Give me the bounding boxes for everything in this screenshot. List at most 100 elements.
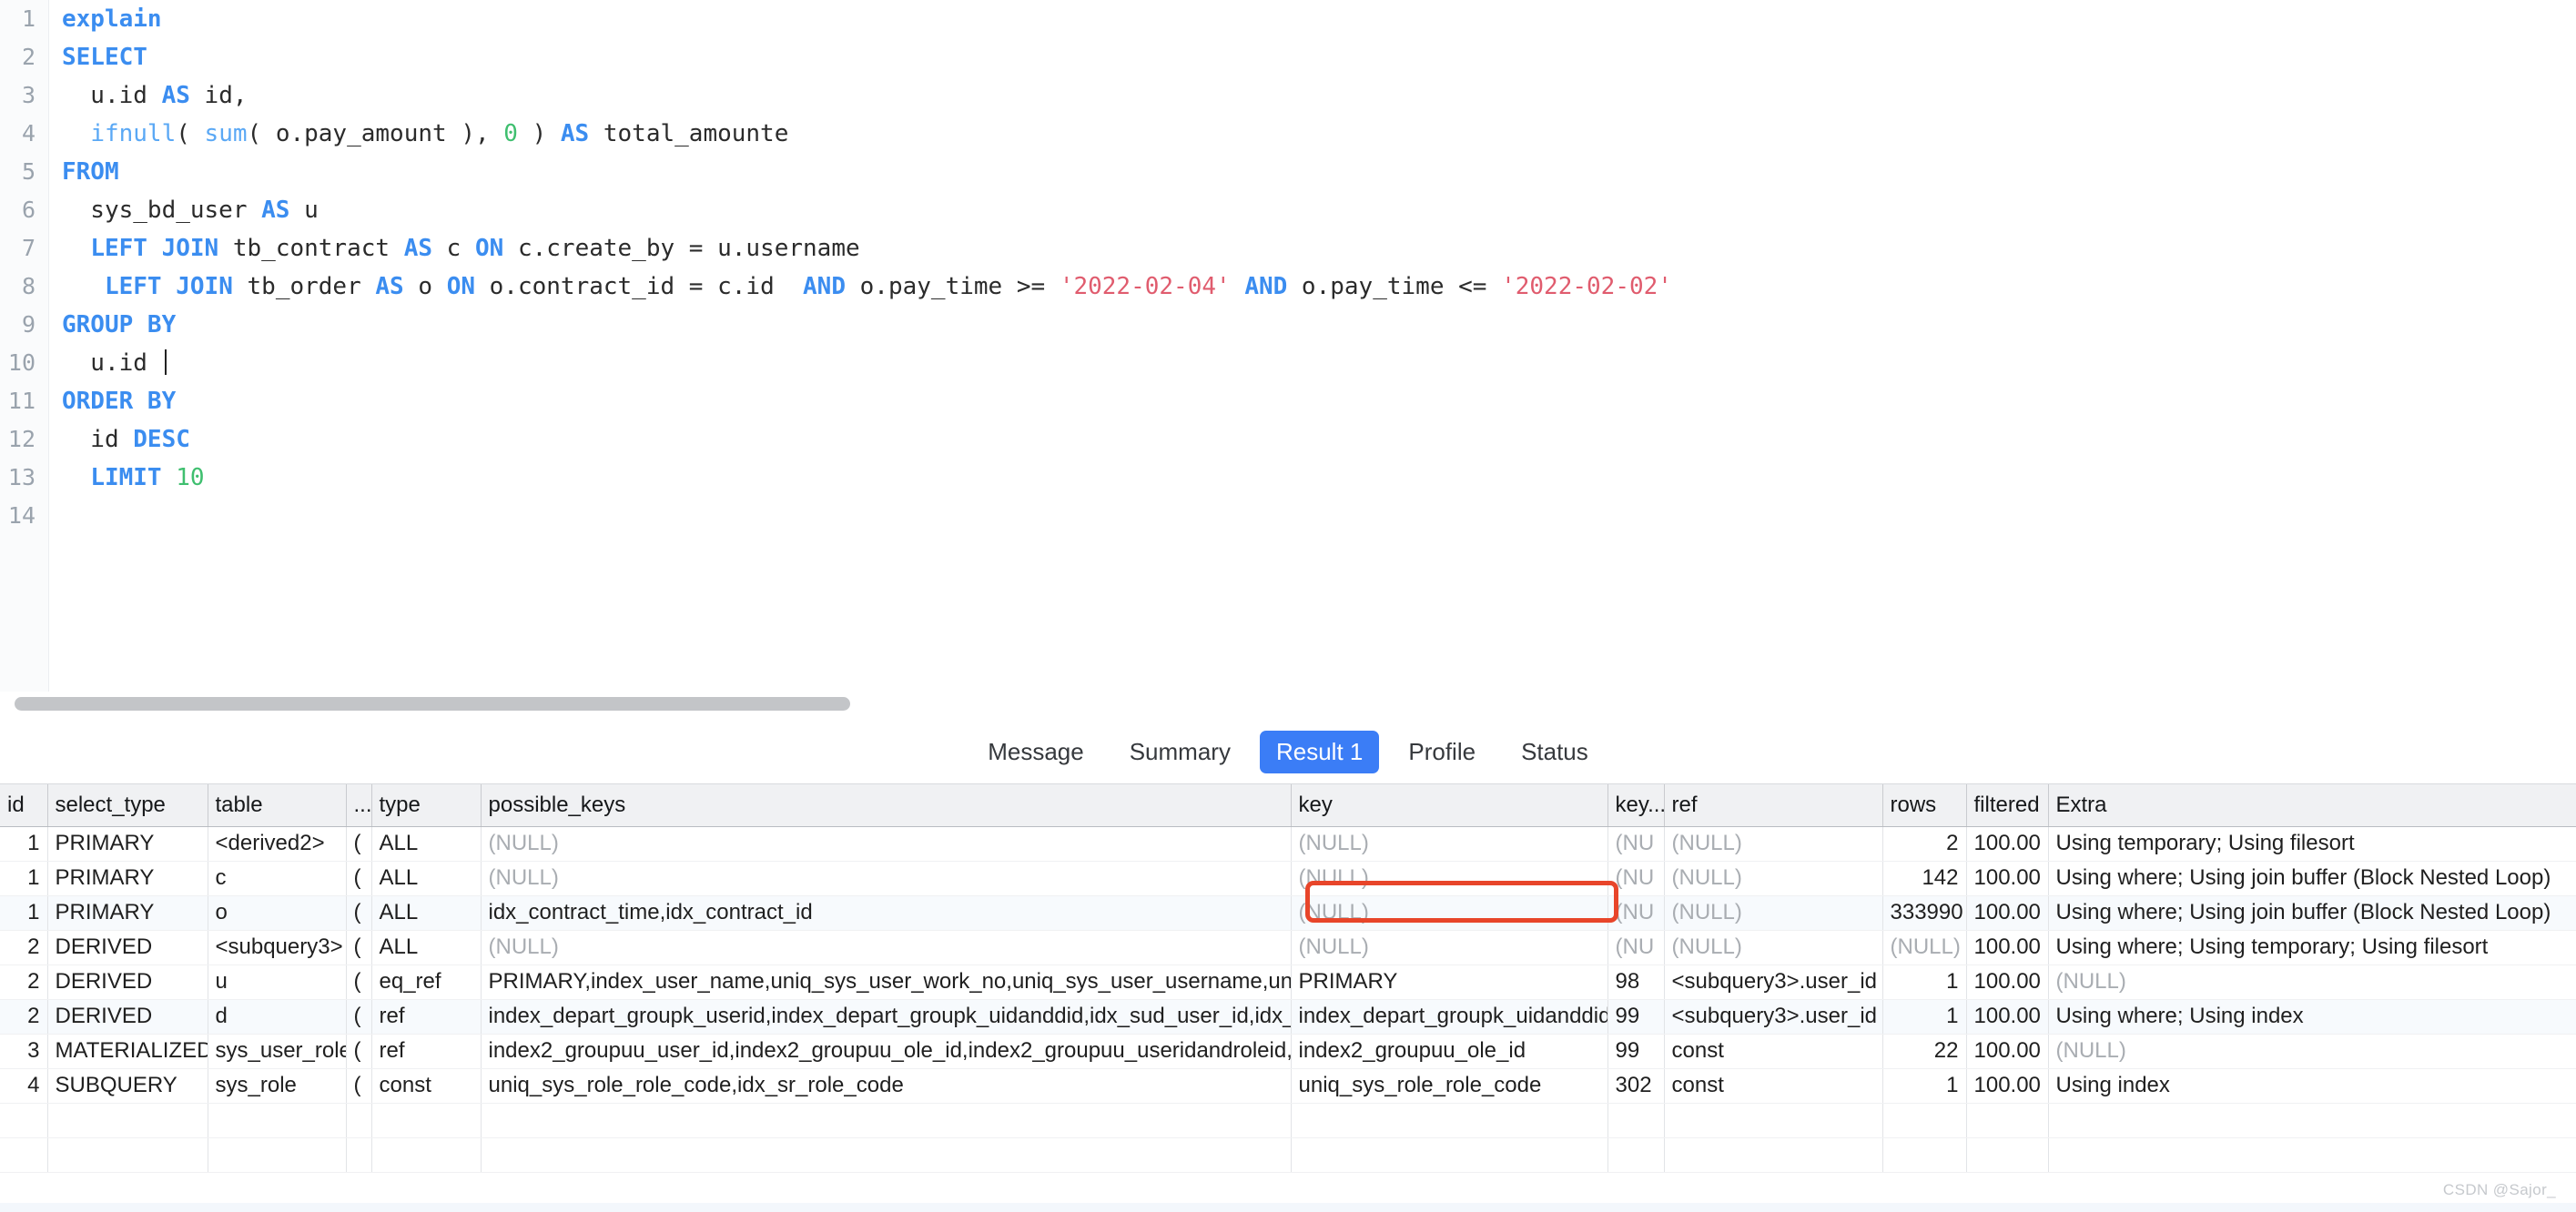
column-header-ref[interactable]: ref bbox=[1664, 784, 1883, 827]
cell-table[interactable]: sys_user_role bbox=[208, 1034, 347, 1069]
cell-ref[interactable]: <subquery3>.user_id bbox=[1664, 965, 1883, 1000]
code-line[interactable]: ORDER BY bbox=[49, 382, 2576, 420]
cell-id[interactable]: 2 bbox=[0, 965, 48, 1000]
cell-type[interactable]: ALL bbox=[371, 895, 482, 931]
cell-table[interactable]: u bbox=[208, 965, 347, 1000]
cell-key-len[interactable]: 98 bbox=[1607, 965, 1665, 1000]
cell-extra[interactable]: Using temporary; Using filesort bbox=[2048, 826, 2576, 862]
cell-possible-keys[interactable]: idx_contract_time,idx_contract_id bbox=[481, 895, 1292, 931]
editor-horizontal-scrollbar-thumb[interactable] bbox=[15, 697, 850, 711]
cell-select-type[interactable]: MATERIALIZED bbox=[47, 1034, 208, 1069]
table-row[interactable]: 4 SUBQUERY sys_role(const uniq_sys_role_rol… bbox=[0, 1068, 2576, 1104]
cell-filtered[interactable]: 100.00 bbox=[1966, 1034, 2049, 1069]
cell-rows[interactable]: 142 bbox=[1882, 861, 1967, 896]
code-line[interactable]: id DESC bbox=[49, 420, 2576, 459]
cell-select-type[interactable]: SUBQUERY bbox=[47, 1068, 208, 1104]
cell-key-len[interactable]: (NU bbox=[1607, 826, 1665, 862]
column-header-extra[interactable]: Extra bbox=[2048, 784, 2576, 827]
tab-result-1[interactable]: Result 1 bbox=[1259, 731, 1380, 773]
cell-type[interactable]: eq_ref bbox=[371, 965, 482, 1000]
cell-key[interactable]: index_depart_groupk_uidanddid bbox=[1291, 999, 1608, 1035]
cell-id[interactable]: 1 bbox=[0, 861, 48, 896]
cell-key[interactable]: (NULL) bbox=[1291, 861, 1608, 896]
cell-table[interactable]: d bbox=[208, 999, 347, 1035]
cell-key[interactable]: index2_groupuu_ole_id bbox=[1291, 1034, 1608, 1069]
cell-rows[interactable]: 1 bbox=[1882, 999, 1967, 1035]
code-line[interactable]: GROUP BY bbox=[49, 306, 2576, 344]
cell-id[interactable]: 1 bbox=[0, 826, 48, 862]
cell-table[interactable]: o bbox=[208, 895, 347, 931]
cell-extra[interactable]: Using where; Using index bbox=[2048, 999, 2576, 1035]
cell-possible-keys[interactable]: PRIMARY,index_user_name,uniq_sys_user_wo… bbox=[481, 965, 1292, 1000]
cell-table[interactable]: <derived2> bbox=[208, 826, 347, 862]
cell-partitions[interactable]: ( bbox=[346, 861, 372, 896]
cell-possible-keys[interactable]: uniq_sys_role_role_code,idx_sr_role_code bbox=[481, 1068, 1292, 1104]
tab-profile[interactable]: Profile bbox=[1392, 731, 1492, 773]
cell-rows[interactable]: (NULL) bbox=[1882, 930, 1967, 965]
cell-select-type[interactable]: DERIVED bbox=[47, 999, 208, 1035]
code-line[interactable]: explain bbox=[49, 0, 2576, 38]
cell-key-len[interactable]: 302 bbox=[1607, 1068, 1665, 1104]
editor-code-area[interactable]: explain SELECT u.id AS id, ifnull( sum( o… bbox=[49, 0, 2576, 692]
column-header-id[interactable]: id bbox=[0, 784, 48, 827]
table-row[interactable]: 3 MATERIALIZED sys_user_role(ref index2_gro… bbox=[0, 1034, 2576, 1069]
cell-key[interactable]: PRIMARY bbox=[1291, 965, 1608, 1000]
code-line[interactable]: ifnull( sum( o.pay_amount ), 0 ) AS tota… bbox=[49, 115, 2576, 153]
cell-extra[interactable]: (NULL) bbox=[2048, 1034, 2576, 1069]
cell-extra[interactable]: (NULL) bbox=[2048, 965, 2576, 1000]
cell-key-len[interactable]: (NU bbox=[1607, 930, 1665, 965]
code-line[interactable]: SELECT bbox=[49, 38, 2576, 76]
table-row[interactable]: 2 DERIVED <subquery3>(ALL (NULL) (NULL) (NU (N… bbox=[0, 930, 2576, 965]
code-line[interactable]: sys_bd_user AS u bbox=[49, 191, 2576, 229]
cell-extra[interactable]: Using index bbox=[2048, 1068, 2576, 1104]
cell-filtered[interactable]: 100.00 bbox=[1966, 1068, 2049, 1104]
cell-possible-keys[interactable]: (NULL) bbox=[481, 826, 1292, 862]
cell-rows[interactable]: 333990 bbox=[1882, 895, 1967, 931]
column-header-possible-keys[interactable]: possible_keys bbox=[481, 784, 1292, 827]
cell-filtered[interactable]: 100.00 bbox=[1966, 861, 2049, 896]
cell-filtered[interactable]: 100.00 bbox=[1966, 826, 2049, 862]
column-header-table[interactable]: table bbox=[208, 784, 347, 827]
cell-type[interactable]: ref bbox=[371, 999, 482, 1035]
code-line[interactable]: LEFT JOIN tb_contract AS c ON c.create_b… bbox=[49, 229, 2576, 268]
cell-ref[interactable]: <subquery3>.user_id bbox=[1664, 999, 1883, 1035]
cell-id[interactable]: 2 bbox=[0, 930, 48, 965]
cell-ref[interactable]: (NULL) bbox=[1664, 861, 1883, 896]
table-row[interactable]: 1 PRIMARY <derived2>(ALL (NULL) (NULL) (NU (NU… bbox=[0, 826, 2576, 862]
table-row[interactable]: 2 DERIVED d(ref index_depart_groupk_userid,… bbox=[0, 999, 2576, 1035]
cell-partitions[interactable]: ( bbox=[346, 1034, 372, 1069]
cell-key-len[interactable]: (NU bbox=[1607, 895, 1665, 931]
code-line[interactable] bbox=[49, 497, 2576, 535]
cell-filtered[interactable]: 100.00 bbox=[1966, 965, 2049, 1000]
cell-select-type[interactable]: PRIMARY bbox=[47, 826, 208, 862]
cell-partitions[interactable]: ( bbox=[346, 895, 372, 931]
code-line[interactable]: FROM bbox=[49, 153, 2576, 191]
cell-key[interactable]: (NULL) bbox=[1291, 895, 1608, 931]
cell-id[interactable]: 1 bbox=[0, 895, 48, 931]
column-header-select-type[interactable]: select_type bbox=[47, 784, 208, 827]
cell-rows[interactable]: 1 bbox=[1882, 1068, 1967, 1104]
cell-possible-keys[interactable]: (NULL) bbox=[481, 861, 1292, 896]
sql-editor[interactable]: 1 2 3 4 5 6 7 8 9 10 11 12 13 14 explain SELECT u.id A… bbox=[0, 0, 2576, 692]
cell-filtered[interactable]: 100.00 bbox=[1966, 895, 2049, 931]
table-row[interactable]: 1 PRIMARY c(ALL (NULL) (NULL) (NU (NULL) 142 100… bbox=[0, 861, 2576, 896]
table-row[interactable]: 1 PRIMARY o(ALL idx_contract_time,idx_contr… bbox=[0, 895, 2576, 931]
cell-select-type[interactable]: PRIMARY bbox=[47, 861, 208, 896]
cell-select-type[interactable]: PRIMARY bbox=[47, 895, 208, 931]
tab-status[interactable]: Status bbox=[1505, 731, 1605, 773]
cell-possible-keys[interactable]: index_depart_groupk_userid,index_depart_… bbox=[481, 999, 1292, 1035]
cell-type[interactable]: ref bbox=[371, 1034, 482, 1069]
table-row[interactable]: 2 DERIVED u(eq_ref PRIMARY,index_user_name,… bbox=[0, 965, 2576, 1000]
cell-select-type[interactable]: DERIVED bbox=[47, 965, 208, 1000]
code-line[interactable]: LEFT JOIN tb_order AS o ON o.contract_id… bbox=[49, 268, 2576, 306]
cell-id[interactable]: 2 bbox=[0, 999, 48, 1035]
column-header-partitions[interactable]: ... bbox=[346, 784, 372, 827]
cell-id[interactable]: 4 bbox=[0, 1068, 48, 1104]
column-header-filtered[interactable]: filtered bbox=[1966, 784, 2049, 827]
tab-message[interactable]: Message bbox=[971, 731, 1100, 773]
cell-type[interactable]: ALL bbox=[371, 861, 482, 896]
cell-partitions[interactable]: ( bbox=[346, 930, 372, 965]
column-header-key-len[interactable]: key... bbox=[1607, 784, 1665, 827]
code-line[interactable]: u.id AS id, bbox=[49, 76, 2576, 115]
cell-filtered[interactable]: 100.00 bbox=[1966, 930, 2049, 965]
